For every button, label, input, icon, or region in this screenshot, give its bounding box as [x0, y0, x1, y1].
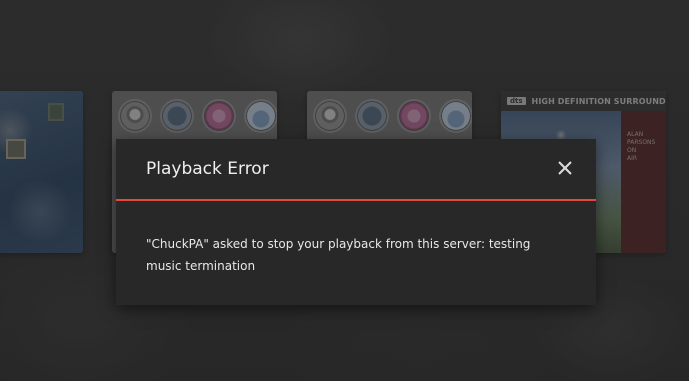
dialog-title: Playback Error: [146, 159, 269, 179]
dialog-header: Playback Error: [116, 139, 596, 201]
close-icon: [558, 161, 572, 175]
playback-error-dialog: Playback Error "ChuckPA" asked to stop y…: [116, 139, 596, 305]
dialog-message: "ChuckPA" asked to stop your playback fr…: [146, 237, 531, 273]
close-button[interactable]: [556, 159, 574, 177]
